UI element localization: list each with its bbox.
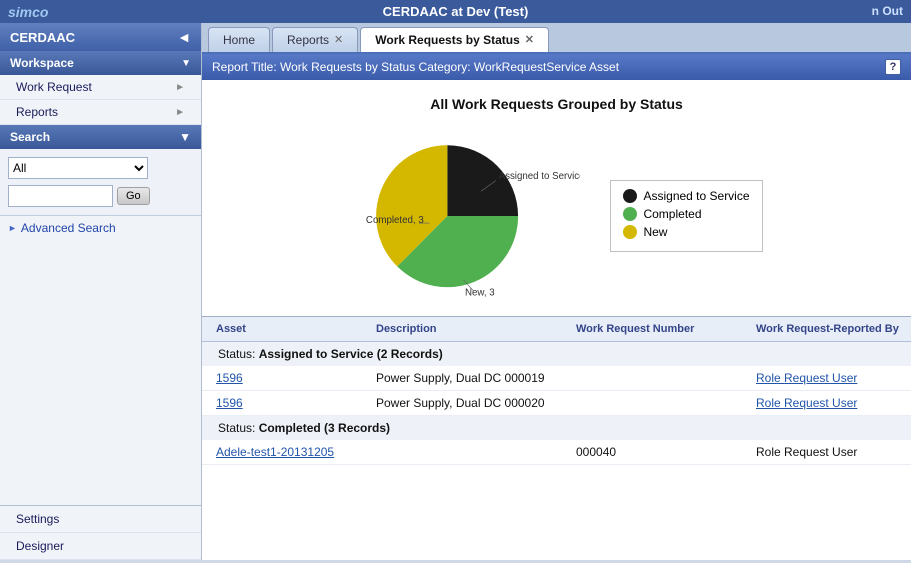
asset-link[interactable]: 1596 [212,369,372,387]
col-work-request-number: Work Request Number [572,321,752,337]
legend-dot-completed [623,207,637,221]
workspace-arrow: ▼ [181,58,191,69]
col-reported-by: Work Request-Reported By [752,321,911,337]
chart-title: All Work Requests Grouped by Status [430,96,683,112]
chevron-right-icon: ► [175,107,185,118]
search-section: Search ▼ [0,125,201,149]
pie-chart: Assigned to Service, 2 Completed, 3 New,… [350,126,580,306]
col-description: Description [372,321,572,337]
legend-item-assigned: Assigned to Service [623,189,749,203]
status-label-completed: Status: Completed (3 Records) [202,416,911,440]
legend-dot-assigned [623,189,637,203]
legend-item-new: New [623,225,749,239]
sidebar-item-label: Reports [16,105,58,119]
legend-label-new: New [643,225,667,239]
status-label-assigned: Status: Assigned to Service (2 Records) [202,342,911,366]
legend-label-completed: Completed [643,207,701,221]
legend-item-completed: Completed [623,207,749,221]
tab-home[interactable]: Home [208,27,270,52]
tab-reports[interactable]: Reports ✕ [272,27,358,52]
sidebar-bottom: Settings Designer [0,505,201,560]
asset-link[interactable]: Adele-test1-20131205 [212,443,372,461]
app-logo: simco [8,4,48,20]
description-cell: Power Supply, Dual DC 000020 [372,394,572,412]
asset-link[interactable]: 1596 [212,394,372,412]
sidebar-item-designer[interactable]: Designer [0,533,201,560]
tab-work-requests-by-status[interactable]: Work Requests by Status ✕ [360,27,549,52]
slice-label-completed: Completed, 3 [366,215,424,226]
app-title: CERDAAC at Dev (Test) [383,4,529,19]
status-group-assigned: Status: Assigned to Service (2 Records) … [202,342,911,416]
chart-legend: Assigned to Service Completed New [610,180,762,252]
table-area: Asset Description Work Request Number Wo… [202,316,911,560]
sidebar-header: CERDAAC ◄ [0,23,201,51]
tab-home-label: Home [223,33,255,47]
workspace-label: Workspace [10,56,74,70]
advanced-search-label: Advanced Search [21,221,116,235]
pin-icon[interactable]: ◄ [177,29,191,45]
reported-by-cell: Role Request User [752,443,911,461]
chevron-right-icon: ► [175,82,185,93]
reported-by-link[interactable]: Role Request User [752,369,911,387]
advanced-search-tri-icon: ► [8,223,17,233]
close-icon[interactable]: ✕ [334,35,343,46]
col-asset: Asset [212,321,372,337]
go-button[interactable]: Go [117,187,150,205]
description-cell [372,443,572,461]
sidebar-item-reports[interactable]: Reports ► [0,100,201,125]
table-header: Asset Description Work Request Number Wo… [202,317,911,342]
sidebar-title: CERDAAC [10,30,75,45]
search-input[interactable] [8,185,113,207]
slice-label-new: New, 3 [465,288,495,299]
advanced-search-link[interactable]: ► Advanced Search [0,216,201,240]
work-request-number-cell [572,394,752,412]
main-content: Home Reports ✕ Work Requests by Status ✕… [202,23,911,560]
sidebar-item-work-request[interactable]: Work Request ► [0,75,201,100]
search-label: Search [10,130,50,144]
search-controls: All Work Request Asset Service Go [0,149,201,216]
tabbar: Home Reports ✕ Work Requests by Status ✕ [202,23,911,52]
table-row: 1596 Power Supply, Dual DC 000019 Role R… [202,366,911,391]
topbar: simco CERDAAC at Dev (Test) n Out [0,0,911,23]
work-request-number-cell [572,369,752,387]
close-icon[interactable]: ✕ [525,35,534,46]
help-button[interactable]: ? [885,59,901,75]
sidebar-section-workspace[interactable]: Workspace ▼ [0,51,201,75]
report-header-bar: Report Title: Work Requests by Status Ca… [202,54,911,80]
content-area: Report Title: Work Requests by Status Ca… [202,52,911,560]
status-group-completed: Status: Completed (3 Records) Adele-test… [202,416,911,465]
signout-link[interactable]: n Out [872,4,903,18]
legend-label-assigned: Assigned to Service [643,189,749,203]
report-header-text: Report Title: Work Requests by Status Ca… [212,60,619,74]
reported-by-link[interactable]: Role Request User [752,394,911,412]
sidebar-item-settings[interactable]: Settings [0,506,201,533]
chart-area: All Work Requests Grouped by Status Ass [202,80,911,316]
table-row: Adele-test1-20131205 000040 Role Request… [202,440,911,465]
description-cell: Power Supply, Dual DC 000019 [372,369,572,387]
sidebar-item-label: Work Request [16,80,92,94]
table-row: 1596 Power Supply, Dual DC 000020 Role R… [202,391,911,416]
sidebar: CERDAAC ◄ Workspace ▼ Work Request ► Rep… [0,23,202,560]
search-arrow-icon: ▼ [179,130,191,144]
legend-dot-new [623,225,637,239]
chart-container: Assigned to Service, 2 Completed, 3 New,… [350,126,762,306]
slice-label-assigned: Assigned to Service, 2 [499,171,580,182]
tab-reports-label: Reports [287,33,329,47]
work-request-number-cell: 000040 [572,443,752,461]
search-category-select[interactable]: All Work Request Asset Service [8,157,148,179]
tab-work-requests-label: Work Requests by Status [375,33,519,47]
